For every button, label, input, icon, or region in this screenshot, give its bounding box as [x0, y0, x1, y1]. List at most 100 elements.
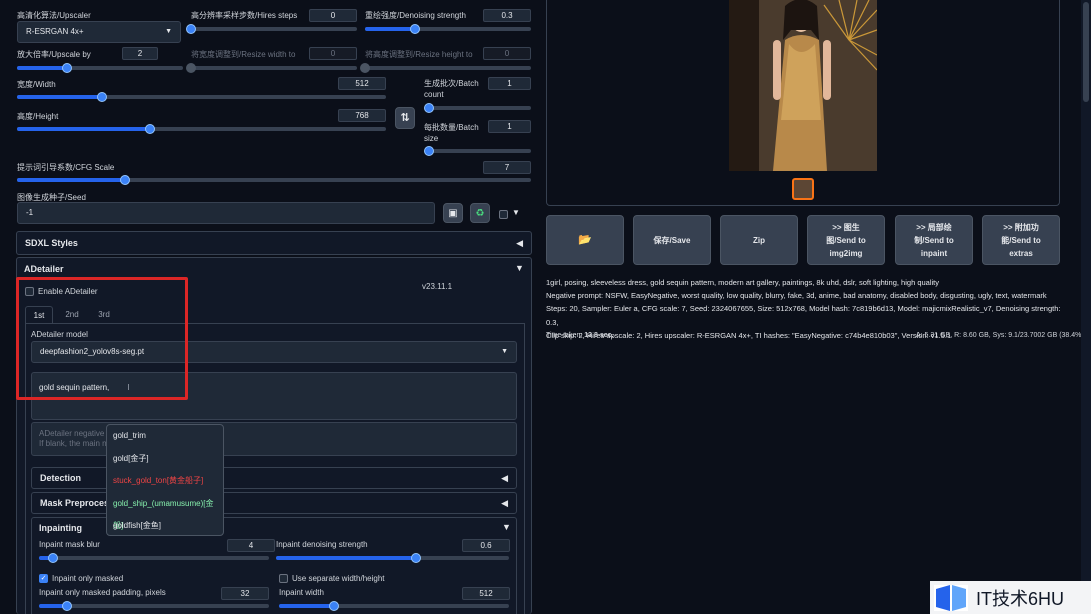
batch-size-slider[interactable] — [424, 146, 531, 156]
inpaint-width-input[interactable]: 512 — [462, 587, 510, 600]
extra-seed-checkbox[interactable] — [499, 210, 508, 219]
batch-size-input[interactable]: 1 — [488, 120, 531, 133]
mask-blur-label: Inpaint mask blur — [39, 540, 100, 549]
inpaint-denoise-slider[interactable] — [276, 553, 509, 563]
resize-height-input[interactable]: 0 — [483, 47, 531, 60]
padding-slider[interactable] — [39, 601, 269, 611]
height-input[interactable]: 768 — [338, 109, 386, 122]
thumbnail[interactable] — [792, 178, 814, 200]
triangle-down-icon[interactable]: ▼ — [502, 522, 511, 532]
scrollbar-thumb[interactable] — [1083, 2, 1089, 102]
random-seed-button[interactable]: ▣ — [443, 203, 463, 223]
width-label: 宽度/Width — [17, 80, 56, 89]
separate-wh-checkbox[interactable] — [279, 574, 288, 583]
slider-handle[interactable] — [424, 146, 435, 156]
padding-input[interactable]: 32 — [221, 587, 269, 600]
slider-handle[interactable] — [61, 601, 72, 611]
slider-handle[interactable] — [186, 63, 196, 73]
save-button[interactable]: 保存/Save — [633, 215, 711, 265]
upscaler-select[interactable]: R-ESRGAN 4x+ ▼ — [17, 21, 181, 43]
width-slider[interactable] — [17, 92, 386, 102]
slider-handle[interactable] — [360, 63, 370, 73]
open-folder-button[interactable]: 📂 — [546, 215, 624, 265]
batch-count-label: 生成批次/Batch count — [424, 79, 479, 99]
batch-count-input[interactable]: 1 — [488, 77, 531, 90]
chevron-down-icon[interactable]: ▼ — [512, 208, 520, 217]
folder-icon: 📂 — [578, 233, 592, 246]
zip-button[interactable]: Zip — [720, 215, 798, 265]
adetailer-negative-prompt-input[interactable]: ADetailer negative pr If blank, the main… — [31, 422, 517, 456]
time-taken: Time taken: 13.8 sec. — [546, 332, 614, 339]
autocomplete-item[interactable]: gold_trim — [107, 425, 223, 448]
height-slider[interactable] — [17, 124, 386, 134]
watermark-text: IT技术6HU — [976, 588, 1065, 609]
slider-handle[interactable] — [410, 553, 421, 563]
slider-handle[interactable] — [96, 92, 107, 102]
adetailer-title[interactable]: ADetailer — [24, 264, 64, 274]
autocomplete-item[interactable]: gold[金子] — [107, 448, 223, 471]
reuse-seed-button[interactable]: ♻ — [470, 203, 490, 223]
generated-image[interactable] — [729, 0, 877, 171]
mask-preprocessing-accordion[interactable]: Mask Preprocessi ◀ — [31, 492, 517, 514]
slider-handle[interactable] — [144, 124, 155, 134]
resize-width-label: 将宽度调整到/Resize width to — [191, 50, 296, 59]
resize-height-slider[interactable] — [360, 63, 531, 73]
adetailer-version: v23.11.1 — [422, 282, 453, 291]
detection-accordion[interactable]: Detection ◀ — [31, 467, 517, 489]
image-illustration — [729, 0, 877, 171]
autocomplete-dropdown: gold_trim gold[金子] stuck_gold_ton[黄金船子] … — [106, 424, 224, 536]
mask-blur-input[interactable]: 4 — [227, 539, 275, 552]
negative-placeholder-line1: ADetailer negative pr — [39, 429, 114, 438]
left-panel: 高清化算法/Upscaler R-ESRGAN 4x+ ▼ 高分辨率采样步数/H… — [0, 0, 540, 614]
inpaint-width-slider[interactable] — [279, 601, 509, 611]
seed-input[interactable]: -1 — [17, 202, 435, 224]
denoise-input[interactable]: 0.3 — [483, 9, 531, 22]
upscale-by-input[interactable]: 2 — [122, 47, 158, 60]
send-to-extras-button[interactable]: >> 附加功 能/Send to extras — [982, 215, 1060, 265]
slider-handle[interactable] — [409, 24, 420, 34]
cfg-input[interactable]: 7 — [483, 161, 531, 174]
inpaint-denoise-input[interactable]: 0.6 — [462, 539, 510, 552]
autocomplete-item[interactable]: gold_ship_(umamusume)[金船] — [107, 493, 223, 531]
watermark: IT技术6HU — [930, 581, 1091, 614]
batch-count-slider[interactable] — [424, 103, 531, 113]
inpainting-title[interactable]: Inpainting — [39, 523, 82, 533]
send-to-inpaint-button[interactable]: >> 局部绘 制/Send to inpaint — [895, 215, 973, 265]
cfg-slider[interactable] — [17, 175, 531, 185]
autocomplete-item[interactable]: stuck_gold_ton[黄金船子] — [107, 470, 223, 493]
separate-wh-label: Use separate width/height — [292, 574, 385, 583]
batch-size-label: 每批数量/Batch size — [424, 123, 479, 143]
chevron-down-icon: ▼ — [165, 28, 172, 35]
swap-dimensions-button[interactable]: ⇅ — [395, 107, 415, 129]
cfg-label: 提示词引导系数/CFG Scale — [17, 163, 115, 172]
inpaint-only-masked-checkbox[interactable]: ✓ — [39, 574, 48, 583]
slider-handle[interactable] — [61, 63, 72, 73]
send-to-img2img-button[interactable]: >> 图生 图/Send to img2img — [807, 215, 885, 265]
sdxl-styles-accordion[interactable]: SDXL Styles ◀ — [16, 231, 532, 255]
resize-width-slider[interactable] — [186, 63, 357, 73]
slider-handle[interactable] — [424, 103, 435, 113]
upscale-by-label: 放大倍率/Upscale by — [17, 50, 91, 59]
watermark-logo-icon — [934, 584, 968, 611]
chevron-down-icon: ▼ — [501, 348, 508, 355]
detection-title: Detection — [40, 473, 82, 483]
inpaint-denoise-label: Inpaint denoising strength — [276, 540, 368, 549]
hires-steps-slider[interactable] — [186, 24, 357, 34]
autocomplete-item[interactable]: goldfish[金鱼] — [107, 515, 223, 538]
upscale-by-slider[interactable] — [17, 63, 183, 73]
slider-handle[interactable] — [119, 175, 130, 185]
negative-placeholder-line2: If blank, the main ne — [39, 439, 112, 448]
denoise-slider[interactable] — [365, 24, 531, 34]
triangle-down-icon[interactable]: ▼ — [515, 263, 524, 273]
slider-handle[interactable] — [47, 553, 58, 563]
height-label: 高度/Height — [17, 112, 59, 121]
hires-steps-label: 高分辨率采样步数/Hires steps — [191, 11, 298, 20]
swap-icon: ⇅ — [400, 111, 410, 124]
hires-steps-input[interactable]: 0 — [309, 9, 357, 22]
mask-blur-slider[interactable] — [39, 553, 269, 563]
width-input[interactable]: 512 — [338, 77, 386, 90]
resize-width-input[interactable]: 0 — [309, 47, 357, 60]
scrollbar[interactable] — [1081, 0, 1091, 614]
slider-handle[interactable] — [186, 24, 196, 34]
inpainting-panel — [31, 517, 517, 614]
